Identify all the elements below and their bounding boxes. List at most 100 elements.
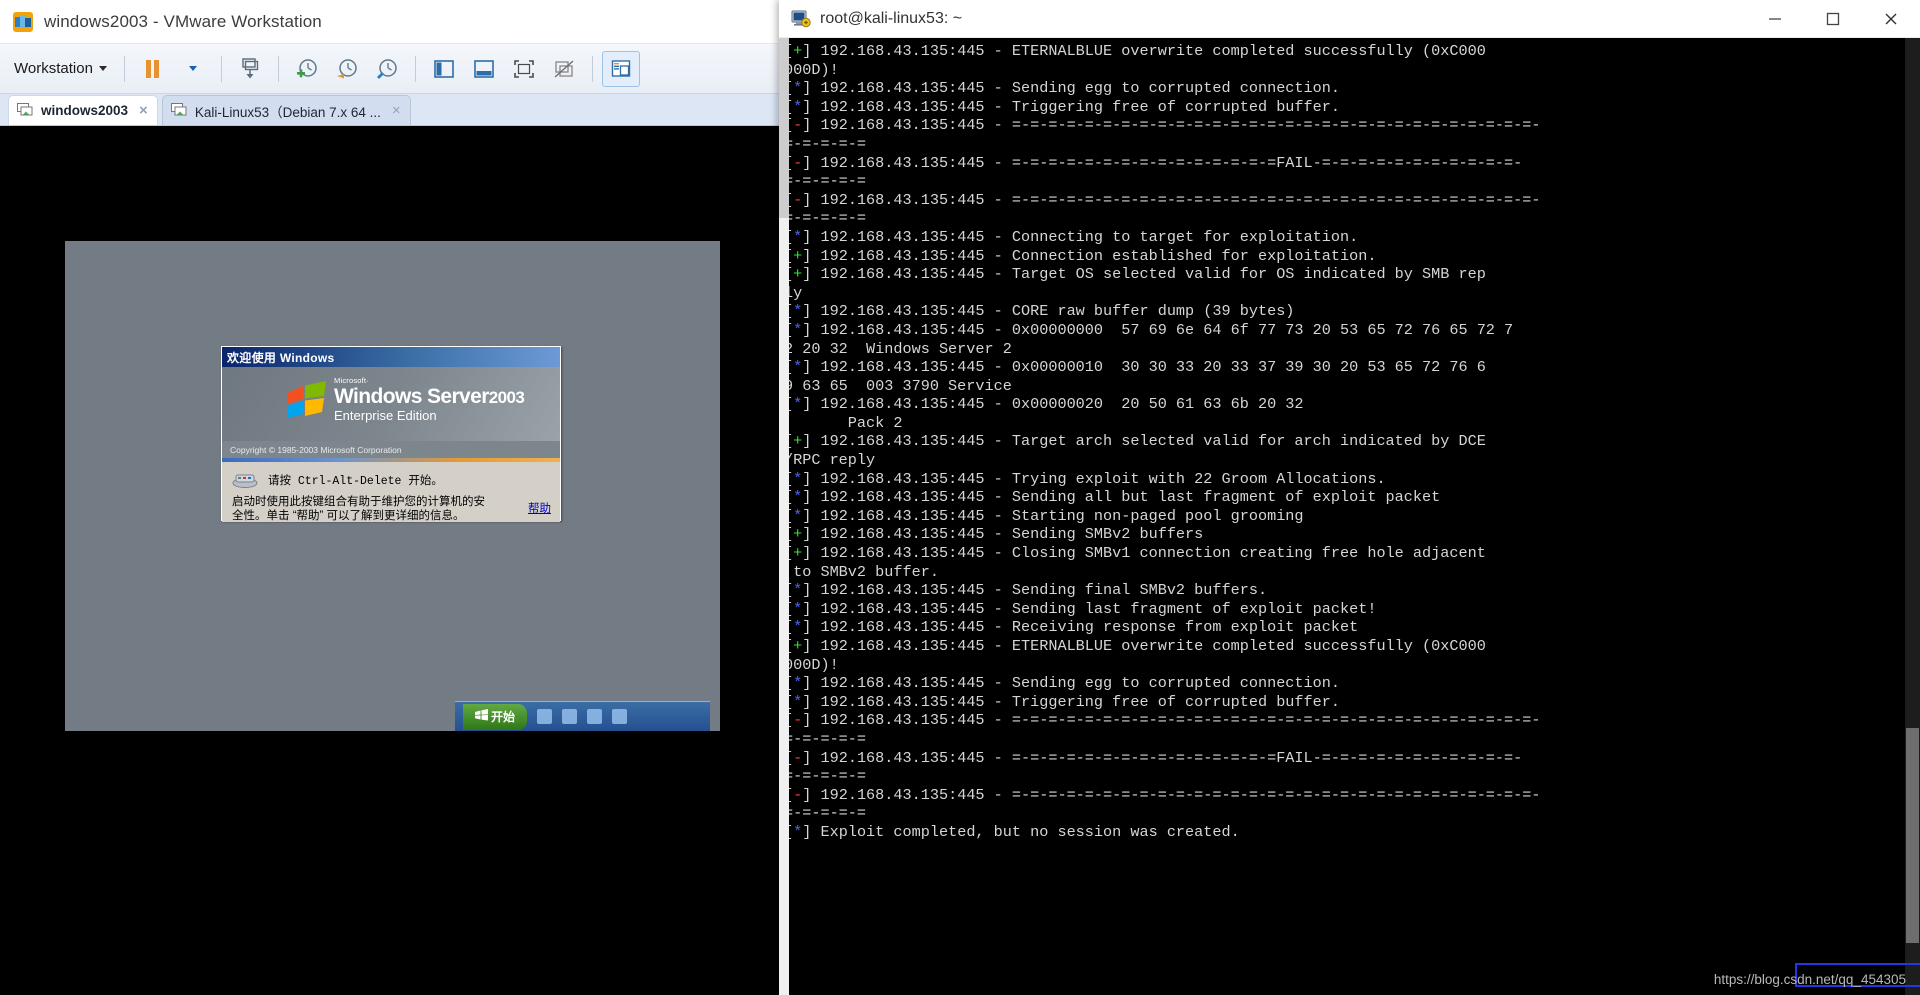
line-text: 192.168.43.135:445 - Connection establis… <box>811 246 1377 265</box>
vm-tab-kali-linux53[interactable]: Kali-Linux53（Debian 7.x 64 ... × <box>161 95 411 125</box>
toolbar-divider <box>123 55 125 82</box>
pause-icon[interactable] <box>134 51 172 87</box>
bracket-close: ] <box>802 302 812 321</box>
line-text: 192.168.43.135:445 - =-=-=-=-=-=-=-=-=-=… <box>811 785 1541 804</box>
bracket-close: ] <box>802 265 812 284</box>
terminal-line: [+] 192.168.43.135:445 - ETERNALBLUE ove… <box>784 42 1920 61</box>
minimize-icon[interactable] <box>1746 0 1804 38</box>
show-thumbnails-icon[interactable] <box>465 51 503 87</box>
dialog-titlebar: 欢迎使用 Windows <box>222 347 560 367</box>
status-tag: * <box>793 822 803 841</box>
status-tag: * <box>793 302 803 321</box>
workstation-menu-button[interactable]: Workstation <box>8 57 115 81</box>
status-tag: - <box>793 748 803 767</box>
power-dropdown-caret-icon[interactable] <box>174 51 212 87</box>
terminal-line: [+] 192.168.43.135:445 - Closing SMBv1 c… <box>784 544 1920 563</box>
terminal-line: 2 20 32 Windows Server 2 <box>784 340 1920 359</box>
start-button[interactable]: 开始 <box>463 703 527 730</box>
status-tag: + <box>793 265 803 284</box>
line-text: =-=-=-=-= <box>784 134 867 153</box>
close-icon[interactable] <box>1862 0 1920 38</box>
tray-icon[interactable] <box>562 709 577 724</box>
line-text: 192.168.43.135:445 - Target arch selecte… <box>811 432 1486 451</box>
terminal-line: [-] 192.168.43.135:445 - =-=-=-=-=-=-=-=… <box>784 711 1920 730</box>
windows2003-desktop[interactable]: 欢迎使用 Windows Microsoft· Windows Server20… <box>65 241 720 731</box>
tray-icon[interactable] <box>537 709 552 724</box>
status-tag: * <box>793 488 803 507</box>
terminal-line: [*] 192.168.43.135:445 - 0x00000010 30 3… <box>784 358 1920 377</box>
screen-root: windows2003 - VMware Workstation Worksta… <box>0 0 1920 995</box>
tray-icon[interactable] <box>612 709 627 724</box>
terminal-line: [+] 192.168.43.135:445 - Target arch sel… <box>784 432 1920 451</box>
bracket-close: ] <box>802 246 812 265</box>
status-tag: * <box>793 97 803 116</box>
terminal-line: [+] 192.168.43.135:445 - ETERNALBLUE ove… <box>784 637 1920 656</box>
line-text: 192.168.43.135:445 - =-=-=-=-=-=-=-=-=-=… <box>811 190 1541 209</box>
tray-icon[interactable] <box>587 709 602 724</box>
terminal-line: [*] 192.168.43.135:445 - Starting non-pa… <box>784 507 1920 526</box>
snapshot-take-icon[interactable] <box>288 51 326 87</box>
terminal-scrollbar[interactable] <box>1905 38 1920 995</box>
bracket-close: ] <box>802 227 812 246</box>
terminal-line: [*] 192.168.43.135:445 - CORE raw buffer… <box>784 302 1920 321</box>
windows-branding-banner: Microsoft· Windows Server2003 Enterprise… <box>222 367 560 441</box>
show-library-icon[interactable] <box>425 51 463 87</box>
status-tag: - <box>793 711 803 730</box>
line-text: =-=-=-=-= <box>784 804 867 823</box>
terminal-window-controls <box>1746 0 1920 38</box>
console-view-icon[interactable] <box>601 50 640 87</box>
close-icon[interactable]: × <box>392 102 401 119</box>
dialog-hint-text: 启动时使用此按键组合有助于维护您的计算机的安全性。单击 “帮助” 可以了解到更详… <box>232 496 485 522</box>
line-text: 192.168.43.135:445 - 0x00000010 30 30 33… <box>811 358 1486 377</box>
line-text: 192.168.43.135:445 - =-=-=-=-=-=-=-=-=-=… <box>811 711 1541 730</box>
vm-tab-windows2003[interactable]: windows2003 × <box>8 95 158 125</box>
scrollbar-thumb[interactable] <box>1906 728 1919 943</box>
terminal-line: 9 63 65 003 3790 Service <box>784 377 1920 396</box>
line-text: 192.168.43.135:445 - Sending final SMBv2… <box>811 581 1268 600</box>
snapshot-manager-icon[interactable] <box>368 51 406 87</box>
vm-tab-label: Kali-Linux53（Debian 7.x 64 ... <box>194 104 381 120</box>
terminal-line: ly <box>784 284 1920 303</box>
terminal-line: =-=-=-=-= <box>784 767 1920 786</box>
windows-flag-icon <box>284 381 330 421</box>
terminal-titlebar: root@kali-linux53: ~ <box>779 0 1920 38</box>
status-tag: * <box>793 395 803 414</box>
status-tag: + <box>793 246 803 265</box>
status-tag: * <box>793 79 803 98</box>
status-tag: * <box>793 320 803 339</box>
status-tag: - <box>793 190 803 209</box>
bracket-close: ] <box>802 637 812 655</box>
terminal-line: =-=-=-=-= <box>784 209 1920 228</box>
line-text: =-=-=-=-= <box>784 729 867 748</box>
terminal-window-title: root@kali-linux53: ~ <box>820 9 963 27</box>
status-tag: + <box>793 525 803 544</box>
terminal-line: [*] Exploit completed, but no session wa… <box>784 823 1920 842</box>
terminal-line: =-=-=-=-= <box>784 135 1920 154</box>
dialog-title: 欢迎使用 Windows <box>227 350 335 365</box>
send-ctrl-alt-del-icon[interactable] <box>231 51 269 87</box>
dialog-body: 请按 Ctrl-Alt-Delete 开始。 启动时使用此按键组合有助于维护您的… <box>222 462 560 522</box>
terminal-line: =-=-=-=-= <box>784 172 1920 191</box>
ctrl-alt-del-instruction: 请按 Ctrl-Alt-Delete 开始。 <box>268 474 443 488</box>
scrollbar-thumb[interactable] <box>779 38 789 218</box>
bracket-close: ] <box>802 395 812 414</box>
terminal-line: [*] 192.168.43.135:445 - 0x00000000 57 6… <box>784 321 1920 340</box>
kali-terminal-window: root@kali-linux53: ~ [+] 192.168.43.135:… <box>779 0 1920 995</box>
unity-mode-icon[interactable] <box>545 51 583 87</box>
line-text: Exploit completed, but no session was cr… <box>811 822 1240 841</box>
snapshot-revert-icon[interactable] <box>328 51 366 87</box>
line-text: 000D)! <box>784 655 839 674</box>
status-tag: * <box>793 358 803 377</box>
maximize-icon[interactable] <box>1804 0 1862 38</box>
line-text: 192.168.43.135:445 - CORE raw buffer dum… <box>811 302 1295 321</box>
terminal-left-scrollbar[interactable] <box>779 38 789 995</box>
terminal-line: [-] 192.168.43.135:445 - =-=-=-=-=-=-=-=… <box>784 116 1920 135</box>
status-tag: + <box>793 42 803 60</box>
full-screen-icon[interactable] <box>505 51 543 87</box>
line-text: 192.168.43.135:445 - ETERNALBLUE overwri… <box>811 42 1486 60</box>
help-link[interactable]: 帮助 <box>528 500 551 516</box>
line-text: 192.168.43.135:445 - =-=-=-=-=-=-=-=-=-=… <box>811 116 1541 135</box>
terminal-output[interactable]: [+] 192.168.43.135:445 - ETERNALBLUE ove… <box>779 38 1920 995</box>
close-icon[interactable]: × <box>139 102 148 119</box>
line-text: 192.168.43.135:445 - Sending egg to corr… <box>811 79 1340 98</box>
